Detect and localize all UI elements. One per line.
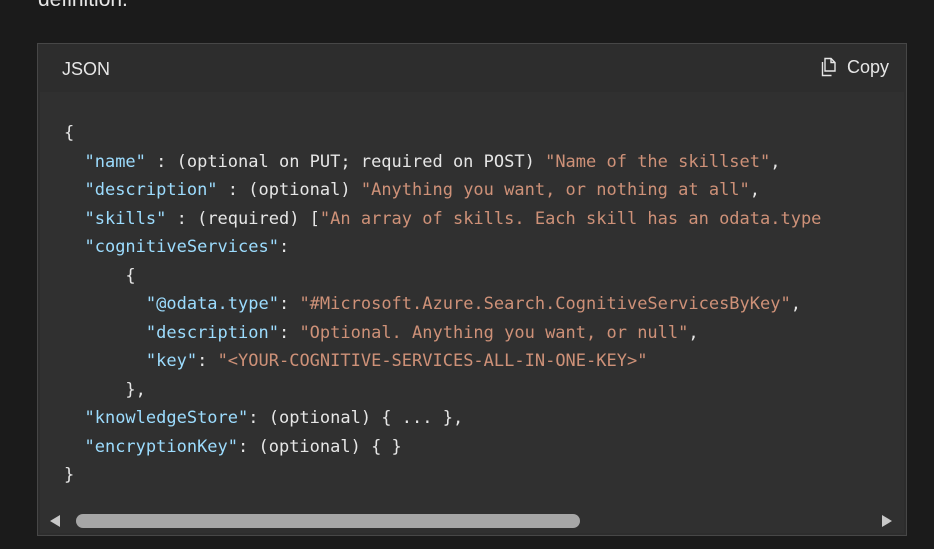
code-string: "An array of skills. Each skill has an o… — [319, 208, 822, 229]
code-punctuation — [64, 209, 84, 229]
code-language-label: JSON — [62, 59, 111, 79]
code-header: JSON Copy — [38, 44, 906, 92]
code-key: "skills" — [84, 208, 167, 229]
copy-button-label: Copy — [846, 57, 889, 77]
code-key: "knowledgeStore" — [84, 408, 249, 428]
code-content: { "name" : (optional on PUT; required on… — [64, 119, 821, 490]
code-punctuation: { — [64, 265, 136, 286]
code-string: "Name of the skillset" — [545, 151, 771, 172]
code-punctuation: : — [197, 351, 218, 371]
scroll-left-arrow-icon[interactable] — [50, 515, 60, 527]
code-line: "skills" : (required) ["An array of skil… — [64, 209, 821, 229]
code-punctuation — [64, 180, 84, 200]
code-line: }, — [64, 379, 146, 400]
code-key: "description" — [145, 322, 279, 343]
code-punctuation: : (optional) { ... }, — [248, 408, 464, 428]
code-string: "Anything you want, or nothing at all" — [360, 180, 750, 200]
code-key: "key" — [145, 351, 198, 371]
intro-text: definition. — [38, 0, 128, 13]
copy-icon — [819, 57, 839, 77]
code-line: { — [64, 123, 74, 143]
code-punctuation — [64, 351, 146, 371]
code-punctuation — [64, 152, 84, 172]
code-punctuation: : (required) [ — [166, 208, 320, 229]
code-line: { — [64, 265, 136, 286]
code-line: "key": "<YOUR-COGNITIVE-SERVICES-ALL-IN-… — [64, 351, 648, 371]
code-line: "cognitiveServices": — [64, 237, 289, 257]
code-line: "description" : (optional) "Anything you… — [64, 180, 760, 200]
code-key: "name" — [84, 151, 146, 172]
horizontal-scrollbar[interactable] — [40, 509, 904, 533]
code-punctuation — [64, 323, 146, 343]
code-string: "<YOUR-COGNITIVE-SERVICES-ALL-IN-ONE-KEY… — [217, 351, 648, 371]
code-line: "name" : (optional on PUT; required on P… — [64, 151, 781, 172]
code-punctuation: : (optional on PUT; required on POST) — [145, 151, 546, 172]
code-punctuation: : — [278, 322, 300, 343]
code-punctuation: : — [278, 237, 290, 257]
code-key: "encryptionKey" — [84, 436, 239, 457]
scroll-right-arrow-icon[interactable] — [882, 515, 892, 527]
code-line: "knowledgeStore": (optional) { ... }, — [64, 408, 463, 428]
code-line: } — [64, 465, 74, 485]
scroll-thumb[interactable] — [76, 514, 580, 528]
copy-button[interactable]: Copy — [819, 56, 889, 78]
code-string: "#Microsoft.Azure.Search.CognitiveServic… — [299, 294, 791, 314]
code-punctuation: : (optional) { } — [238, 436, 402, 457]
code-punctuation — [64, 237, 84, 257]
scroll-track[interactable] — [72, 514, 872, 528]
code-punctuation — [64, 437, 84, 457]
code-line: "encryptionKey": (optional) { } — [64, 436, 402, 457]
code-key: "@odata.type" — [145, 294, 279, 314]
code-string: "Optional. Anything you want, or null" — [299, 322, 689, 343]
code-punctuation: : (optional) — [217, 180, 361, 200]
code-block: JSON Copy { "name" : (optional on PUT; r… — [37, 43, 907, 536]
code-key: "cognitiveServices" — [84, 237, 279, 257]
code-punctuation: }, — [64, 379, 146, 400]
code-punctuation: , — [688, 322, 699, 343]
code-punctuation — [64, 294, 146, 314]
code-punctuation: } — [64, 465, 75, 485]
code-punctuation: , — [749, 180, 761, 200]
code-punctuation: { — [64, 123, 75, 143]
code-key: "description" — [84, 180, 218, 200]
code-body: { "name" : (optional on PUT; required on… — [40, 92, 904, 509]
code-line: "description": "Optional. Anything you w… — [64, 323, 699, 343]
code-punctuation: , — [770, 151, 781, 172]
code-punctuation — [64, 408, 84, 428]
code-punctuation: , — [790, 294, 801, 314]
code-punctuation: : — [278, 294, 300, 314]
code-line: "@odata.type": "#Microsoft.Azure.Search.… — [64, 294, 801, 314]
